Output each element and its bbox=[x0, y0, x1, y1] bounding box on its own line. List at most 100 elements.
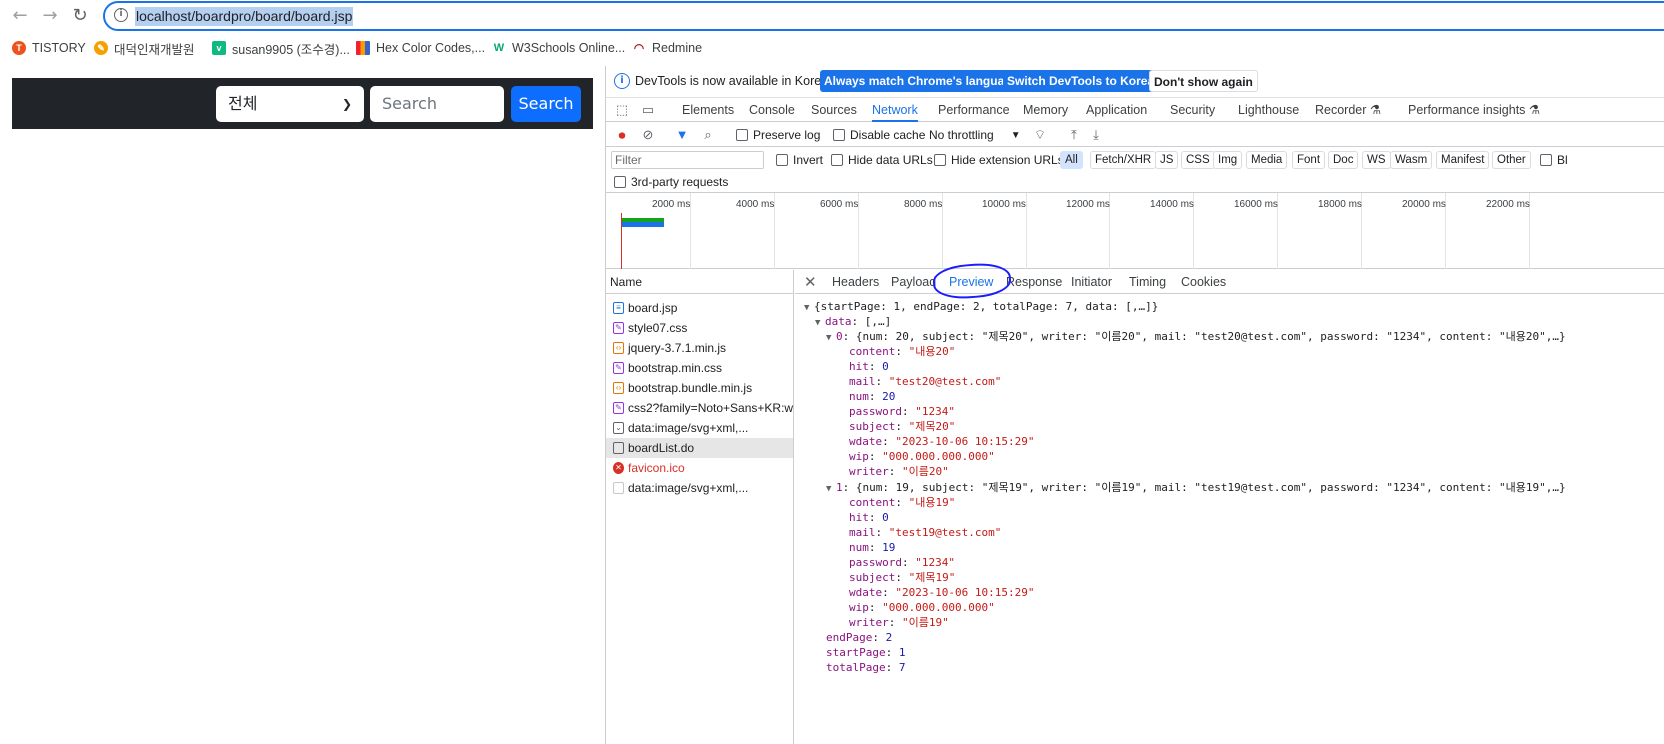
overview-tick-label: 20000 ms bbox=[1402, 199, 1446, 210]
json-item-line[interactable]: ▼ 1: {num: 19, subject: "제목19", writer: "… bbox=[826, 480, 1566, 495]
tab-security[interactable]: Security bbox=[1170, 98, 1215, 122]
bookmark-redmine[interactable]: ◠ Redmine bbox=[632, 39, 702, 57]
bookmark-tistory[interactable]: T TISTORY bbox=[12, 39, 86, 57]
filter-img[interactable]: Img bbox=[1213, 151, 1243, 169]
blocked-requests-checkbox[interactable]: Bl bbox=[1540, 153, 1568, 167]
tab-recorder[interactable]: Recorder ⚗ bbox=[1315, 98, 1381, 122]
stop-recording-icon[interactable]: ⏺ bbox=[614, 127, 630, 143]
json-item-line[interactable]: ▼ 0: {num: 20, subject: "제목20", writer: "… bbox=[826, 329, 1566, 344]
color-bars-icon bbox=[356, 41, 370, 55]
tab-application[interactable]: Application bbox=[1086, 98, 1147, 122]
device-toolbar-icon[interactable]: ▭ bbox=[640, 102, 656, 118]
json-field: hit: 0 bbox=[849, 360, 889, 373]
expanded-triangle-icon: ▼ bbox=[826, 333, 832, 343]
tab-lighthouse[interactable]: Lighthouse bbox=[1238, 98, 1299, 122]
json-field: content: "내용19" bbox=[849, 496, 956, 509]
hide-data-urls-checkbox[interactable]: Hide data URLs bbox=[831, 153, 933, 167]
network-conditions-icon[interactable]: ⌔ bbox=[1032, 127, 1048, 143]
language-infobar: i DevTools is now available in Korean! A… bbox=[606, 66, 1664, 96]
preserve-log-checkbox[interactable]: Preserve log bbox=[736, 128, 820, 142]
category-select[interactable]: 전체 ❯ bbox=[216, 86, 364, 122]
search-icon[interactable]: ⌕ bbox=[700, 127, 716, 143]
json-data-line[interactable]: ▼ data: [,…] bbox=[815, 314, 891, 329]
json-field: mail: "test20@test.com" bbox=[849, 375, 1002, 388]
throttling-select[interactable]: No throttling ▼ bbox=[929, 128, 1021, 142]
tab-response[interactable]: Response bbox=[1006, 270, 1062, 294]
filter-other[interactable]: Other bbox=[1492, 151, 1531, 169]
filter-fetch-xhr[interactable]: Fetch/XHR bbox=[1090, 151, 1157, 169]
filter-media[interactable]: Media bbox=[1246, 151, 1288, 169]
request-row[interactable]: ‹› jquery-3.7.1.min.js bbox=[606, 338, 793, 358]
dont-show-again-button[interactable]: Don't show again bbox=[1149, 70, 1258, 92]
bookmark-hex-color[interactable]: Hex Color Codes,... bbox=[356, 39, 485, 57]
tab-performance[interactable]: Performance bbox=[938, 98, 1010, 122]
tab-sources[interactable]: Sources bbox=[811, 98, 857, 122]
close-icon[interactable]: ✕ bbox=[804, 273, 817, 291]
import-har-icon[interactable]: ⤒ bbox=[1066, 127, 1082, 143]
clear-icon[interactable]: ⊘ bbox=[640, 127, 656, 143]
tab-network[interactable]: Network bbox=[872, 98, 918, 122]
tab-elements[interactable]: Elements bbox=[682, 98, 734, 122]
filter-css[interactable]: CSS bbox=[1181, 151, 1215, 169]
json-field: password: "1234" bbox=[849, 556, 955, 569]
invert-checkbox[interactable]: Invert bbox=[776, 153, 823, 167]
address-bar[interactable]: i localhost/boardpro/board/board.jsp bbox=[103, 1, 1664, 31]
disable-cache-checkbox[interactable]: Disable cache bbox=[833, 128, 925, 142]
request-row[interactable]: ‹› bootstrap.bundle.min.js bbox=[606, 378, 793, 398]
tab-initiator[interactable]: Initiator bbox=[1071, 270, 1112, 294]
filter-wasm[interactable]: Wasm bbox=[1390, 151, 1433, 169]
json-root-line[interactable]: ▼ {startPage: 1, endPage: 2, totalPage: 7… bbox=[804, 299, 1158, 314]
url-text[interactable]: localhost/boardpro/board/board.jsp bbox=[135, 7, 354, 26]
json-field: totalPage: 7 bbox=[826, 661, 906, 674]
back-arrow-icon[interactable]: ← bbox=[8, 4, 32, 28]
script-icon: ‹› bbox=[613, 382, 624, 394]
site-info-icon[interactable]: i bbox=[114, 8, 128, 22]
filter-bar: Filter Invert Hide data URLs Hide extens… bbox=[606, 148, 1664, 172]
detail-tabbar: ✕ Headers Payload Preview Response Initi… bbox=[795, 261, 1664, 301]
request-row[interactable]: ⌄ data:image/svg+xml,... bbox=[606, 418, 793, 438]
network-overview[interactable]: 2000 ms 4000 ms 6000 ms 8000 ms 10000 ms… bbox=[606, 192, 1664, 269]
filter-all[interactable]: All bbox=[1060, 151, 1083, 169]
tab-console[interactable]: Console bbox=[749, 98, 795, 122]
third-party-checkbox[interactable]: 3rd-party requests bbox=[614, 175, 728, 189]
search-button[interactable]: Search bbox=[511, 86, 581, 122]
switch-korean-button[interactable]: Switch DevTools to Korean bbox=[1003, 70, 1166, 92]
export-har-icon[interactable]: ⤓ bbox=[1088, 127, 1104, 143]
reload-icon[interactable]: ↻ bbox=[68, 4, 92, 28]
request-row[interactable]: ✎ bootstrap.min.css bbox=[606, 358, 793, 378]
overview-tick-label: 12000 ms bbox=[1066, 199, 1110, 210]
filter-input[interactable]: Filter bbox=[611, 151, 764, 169]
tab-headers[interactable]: Headers bbox=[832, 270, 879, 294]
tab-cookies[interactable]: Cookies bbox=[1181, 270, 1226, 294]
request-row[interactable]: boardList.do bbox=[606, 438, 793, 458]
hide-extension-urls-checkbox[interactable]: Hide extension URLs bbox=[934, 153, 1064, 167]
json-field: wip: "000.000.000.000" bbox=[849, 601, 995, 614]
request-row[interactable]: ✕ favicon.ico bbox=[606, 458, 793, 478]
request-row[interactable]: ✎ style07.css bbox=[606, 318, 793, 338]
filter-icon[interactable]: ▼ bbox=[674, 127, 690, 143]
inspect-element-icon[interactable]: ⬚ bbox=[614, 102, 630, 118]
json-field: num: 19 bbox=[849, 541, 896, 554]
request-row[interactable]: ✎ css2?family=Noto+Sans+KR:w... bbox=[606, 398, 793, 418]
tab-timing[interactable]: Timing bbox=[1129, 270, 1166, 294]
filter-manifest[interactable]: Manifest bbox=[1436, 151, 1490, 169]
forward-arrow-icon[interactable]: → bbox=[38, 4, 62, 28]
overview-tick-label: 8000 ms bbox=[904, 199, 943, 210]
browser-toolbar: ← → ↻ i localhost/boardpro/board/board.j… bbox=[0, 0, 1664, 32]
request-row[interactable]: data:image/svg+xml,... bbox=[606, 478, 793, 498]
filter-ws[interactable]: WS bbox=[1362, 151, 1391, 169]
bookmark-w3schools[interactable]: W W3Schools Online... bbox=[492, 39, 625, 57]
match-language-button[interactable]: Always match Chrome's language bbox=[820, 70, 1023, 92]
request-row[interactable]: ≡ board.jsp bbox=[606, 298, 793, 318]
name-column-header[interactable]: Name bbox=[606, 270, 793, 294]
request-list: Name ≡ board.jsp ✎ style07.css ‹› jquery-3.… bbox=[606, 270, 794, 744]
filter-font[interactable]: Font bbox=[1292, 151, 1326, 169]
filter-doc[interactable]: Doc bbox=[1328, 151, 1359, 169]
filter-js[interactable]: JS bbox=[1155, 151, 1179, 169]
tab-performance-insights[interactable]: Performance insights ⚗ bbox=[1408, 98, 1540, 122]
bookmark-daedeok[interactable]: ✎ 대덕인재개발원 bbox=[94, 39, 195, 57]
search-input[interactable]: Search bbox=[370, 86, 504, 122]
bookmark-susan[interactable]: v susan9905 (조수경)... bbox=[212, 39, 350, 57]
tab-memory[interactable]: Memory bbox=[1023, 98, 1068, 122]
tab-payload[interactable]: Payload bbox=[891, 270, 936, 294]
